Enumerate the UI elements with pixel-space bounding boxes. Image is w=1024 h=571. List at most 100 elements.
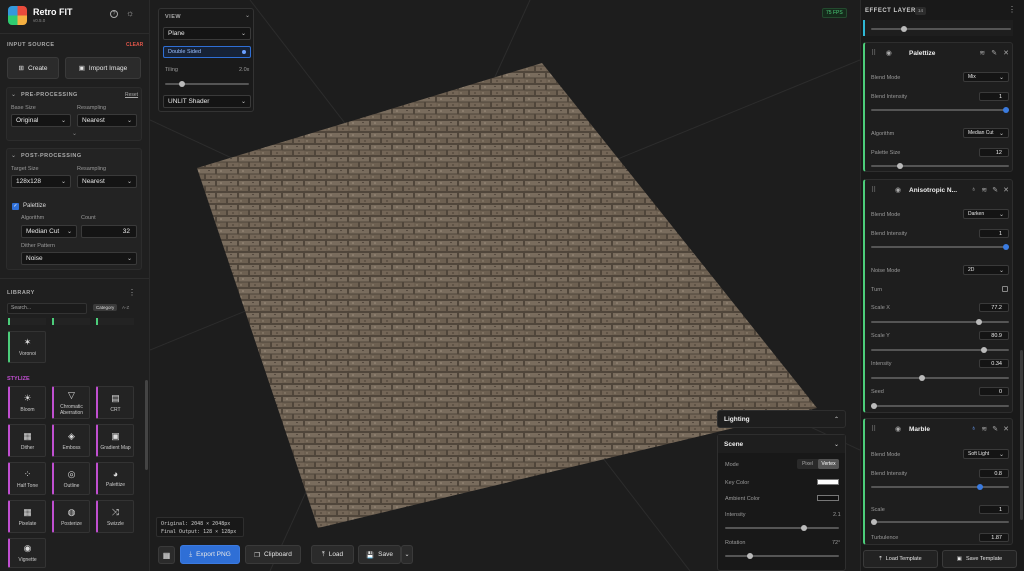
blend-intensity-input[interactable]: 0.8 (979, 469, 1009, 478)
visibility-eye-icon[interactable]: ◉ (895, 425, 901, 433)
library-tile-dither[interactable]: ▦ Dither (8, 424, 46, 457)
scale-slider[interactable] (871, 519, 1009, 525)
edit-icon[interactable]: ✎ (991, 49, 997, 57)
close-icon[interactable]: ✕ (1003, 425, 1009, 433)
library-tile-half-tone[interactable]: ⁘ Half Tone (8, 462, 46, 495)
seed-input[interactable]: 0 (979, 387, 1009, 396)
clear-button[interactable]: CLEAR (126, 42, 143, 48)
scene-intensity-slider[interactable] (725, 525, 839, 531)
chevron-down-icon[interactable]: ⌄ (11, 91, 16, 98)
blend-intensity-input[interactable]: 1 (979, 92, 1009, 101)
library-tile-bloom[interactable]: ☀ Bloom (8, 386, 46, 419)
target-size-select[interactable]: 128x128 ⌄ (11, 175, 71, 188)
settings-icon[interactable]: ☼ (126, 8, 134, 18)
blend-intensity-slider[interactable] (871, 484, 1009, 490)
blend-intensity-input[interactable]: 1 (979, 229, 1009, 238)
drag-handle-icon[interactable]: ⠿ (871, 425, 876, 433)
turn-checkbox[interactable] (1002, 286, 1008, 292)
post-resampling-select[interactable]: Nearest ⌄ (77, 175, 137, 188)
drag-handle-icon[interactable]: ⠿ (871, 186, 876, 194)
slider-knob[interactable] (981, 347, 987, 353)
library-tile-voronoi[interactable]: ✶ Voronoi (8, 331, 46, 363)
mode-toggle[interactable]: Pixel Vertex (797, 459, 839, 469)
intensity-input[interactable]: 0.34 (979, 359, 1009, 368)
blend-mode-select[interactable]: Darken ⌄ (963, 209, 1009, 219)
export-png-button[interactable]: ⤓ Export PNG (180, 545, 240, 564)
visibility-eye-icon[interactable]: ◉ (895, 186, 901, 194)
lightbulb-icon[interactable]: ♁ (971, 186, 976, 194)
save-menu-button[interactable]: ⌄ (401, 545, 413, 564)
lightbulb-icon[interactable]: ♁ (971, 425, 976, 433)
library-tile-gradient-map[interactable]: ▣ Gradient Map (96, 424, 134, 457)
shader-select[interactable]: UNLIT Shader ⌄ (163, 95, 251, 108)
library-tile-pixelate[interactable]: ▦ Pixelate (8, 500, 46, 533)
slider-knob[interactable] (897, 163, 903, 169)
rotation-slider[interactable] (725, 553, 839, 559)
pre-reset-link[interactable]: Reset (125, 92, 138, 98)
slider-knob[interactable] (919, 375, 925, 381)
seed-slider[interactable] (871, 403, 1009, 409)
mode-vertex[interactable]: Vertex (818, 459, 839, 469)
slider-knob[interactable] (1003, 244, 1009, 250)
blend-mode-select[interactable]: Soft Light ⌄ (963, 449, 1009, 459)
help-icon[interactable]: ? (110, 10, 118, 18)
library-tile-vignette[interactable]: ◉ Vignette (8, 538, 46, 568)
right-scrollbar[interactable] (1020, 350, 1023, 520)
category-button[interactable]: Category (93, 304, 118, 311)
library-tile-chromatic-aberration[interactable]: ▽ Chromatic Aberration (52, 386, 90, 419)
dither-select[interactable]: Noise ⌄ (21, 252, 137, 265)
tiling-slider[interactable] (165, 81, 249, 87)
viewport[interactable]: VIEW ⌄ Plane ⌄ Double Sided Tiling 2.0x U… (150, 0, 860, 571)
edit-icon[interactable]: ✎ (992, 186, 998, 194)
slider-knob[interactable] (871, 519, 877, 525)
layer-header[interactable]: ⠿ ◉ Marble ♁ ≋ ✎ ✕ (871, 423, 1009, 435)
close-icon[interactable]: ✕ (1003, 49, 1009, 57)
double-sided-toggle[interactable]: Double Sided (163, 46, 251, 58)
chevron-down-icon[interactable]: ⌄ (11, 152, 16, 159)
scale-x-input[interactable]: 77.2 (979, 303, 1009, 312)
slider-knob[interactable] (976, 319, 982, 325)
base-size-select[interactable]: Original ⌄ (11, 114, 71, 127)
clipboard-button[interactable]: ❐ Clipboard (245, 545, 301, 564)
rotation-knob[interactable] (747, 553, 753, 559)
create-button[interactable]: ⊞ Create (7, 57, 59, 79)
blend-intensity-slider[interactable] (871, 244, 1009, 250)
library-tile-crt[interactable]: ▤ CRT (96, 386, 134, 419)
palette-size-input[interactable]: 12 (979, 148, 1009, 157)
more-options-icon[interactable]: ⋮ (1008, 5, 1016, 14)
palettize-checkbox[interactable]: ✓ (12, 203, 19, 210)
algorithm-select[interactable]: Median Cut ⌄ (963, 128, 1009, 138)
edit-icon[interactable]: ✎ (992, 425, 998, 433)
scale-input[interactable]: 1 (979, 505, 1009, 514)
more-options-icon[interactable]: ⋮ (128, 288, 136, 297)
scale-x-slider[interactable] (871, 319, 1009, 325)
layer-header[interactable]: ⠿ ◉ Palettize ≋ ✎ ✕ (871, 47, 1009, 59)
collapse-icon[interactable]: ⌄ (245, 12, 250, 19)
library-search-input[interactable]: Search... (7, 303, 87, 314)
library-scrollbar[interactable] (145, 380, 148, 470)
load-template-button[interactable]: ⤒ Load Template (863, 550, 938, 568)
scene-intensity-knob[interactable] (801, 525, 807, 531)
stack-icon[interactable]: ≋ (979, 49, 985, 57)
save-template-button[interactable]: ▣ Save Template (942, 550, 1017, 568)
az-sort-button[interactable]: A-Z (122, 305, 129, 310)
slider-knob[interactable] (871, 403, 877, 409)
slider-knob[interactable] (1003, 107, 1009, 113)
tiling-knob[interactable] (179, 81, 185, 87)
palette-size-slider[interactable] (871, 163, 1009, 169)
stack-icon[interactable]: ≋ (981, 425, 987, 433)
lighting-panel[interactable]: Lighting ⌃ (717, 410, 846, 428)
intensity-slider[interactable] (871, 375, 1009, 381)
close-icon[interactable]: ✕ (1003, 186, 1009, 194)
save-button[interactable]: 💾 Save (358, 545, 401, 564)
library-tile-palettize[interactable]: ◕ Palettize (96, 462, 134, 495)
key-color-swatch[interactable] (817, 479, 839, 485)
noise-mode-select[interactable]: 2D ⌄ (963, 265, 1009, 275)
pre-resampling-select[interactable]: Nearest ⌄ (77, 114, 137, 127)
load-button[interactable]: ⤒ Load (311, 545, 354, 564)
layer-header[interactable]: ⠿ Anisotropic N... ◉ ♁ ≋ ✎ ✕ (871, 184, 1009, 196)
turbulence-input[interactable]: 1.87 (979, 533, 1009, 542)
library-tile-posterize[interactable]: ◍ Posterize (52, 500, 90, 533)
mode-pixel[interactable]: Pixel (797, 459, 818, 469)
count-input[interactable]: 32 (81, 225, 137, 238)
